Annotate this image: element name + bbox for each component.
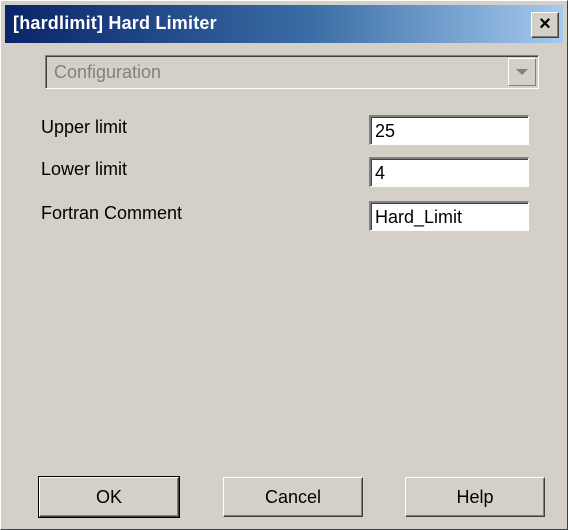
- chevron-down-icon: [516, 69, 528, 75]
- close-icon: ×: [539, 13, 551, 35]
- window-title: [hardlimit] Hard Limiter: [13, 13, 217, 33]
- ok-button[interactable]: OK: [38, 476, 180, 518]
- dropdown-selected-value: Configuration: [54, 62, 162, 82]
- lower-limit-label: Lower limit: [41, 159, 128, 179]
- title-bar[interactable]: [hardlimit] Hard Limiter ×: [5, 5, 563, 43]
- close-button[interactable]: ×: [531, 12, 559, 38]
- cancel-button[interactable]: Cancel: [223, 477, 363, 517]
- help-button[interactable]: Help: [405, 477, 545, 517]
- upper-limit-label: Upper limit: [41, 117, 128, 137]
- dropdown-arrow-button[interactable]: [508, 58, 536, 86]
- upper-limit-input[interactable]: [369, 115, 529, 145]
- configuration-dropdown[interactable]: Configuration: [45, 55, 539, 89]
- fortran-comment-label: Fortran Comment: [41, 203, 183, 223]
- lower-limit-input[interactable]: [369, 157, 529, 187]
- dialog-window: [hardlimit] Hard Limiter × Configuration…: [0, 0, 568, 530]
- fortran-comment-input[interactable]: [369, 201, 529, 231]
